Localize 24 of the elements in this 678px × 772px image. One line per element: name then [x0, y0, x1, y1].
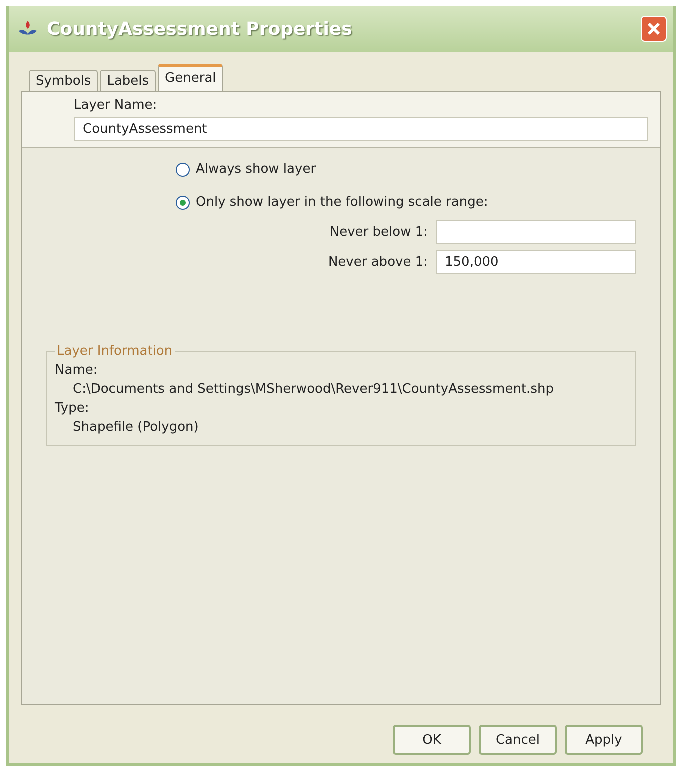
- scale-field[interactable]: 150,000: [436, 250, 636, 274]
- group-title: Layer Information: [56, 344, 174, 359]
- info-label: Name:: [55, 363, 99, 378]
- radio-button[interactable]: [176, 196, 190, 210]
- field-label: Never below 1:: [328, 224, 428, 240]
- radio-label: Only show layer in the following scale range:: [196, 195, 488, 210]
- info-label: Type:: [55, 401, 90, 416]
- close-icon: [647, 22, 661, 36]
- window-title: CountyAssessment Properties: [47, 18, 354, 40]
- tab[interactable]: General: [158, 64, 224, 91]
- dialog-button[interactable]: Apply: [565, 725, 643, 755]
- scale-field[interactable]: [436, 220, 636, 244]
- layer-name-field[interactable]: CountyAssessment: [74, 117, 648, 141]
- field-label: Layer Name:: [74, 98, 158, 113]
- tab[interactable]: Symbols: [29, 70, 98, 91]
- dialog-button[interactable]: OK: [393, 725, 471, 755]
- tab[interactable]: Labels: [100, 70, 156, 91]
- radio-label: Always show layer: [196, 162, 316, 177]
- info-value: Shapefile (Polygon): [72, 420, 200, 435]
- dialog-button[interactable]: Cancel: [479, 725, 557, 755]
- field-label: Never above 1:: [327, 254, 428, 270]
- info-value: C:\Documents and Settings\MSherwood\Rever911\CountyAssessment.shp: [72, 382, 555, 397]
- close-button[interactable]: [641, 16, 667, 42]
- radio-button[interactable]: [176, 162, 190, 176]
